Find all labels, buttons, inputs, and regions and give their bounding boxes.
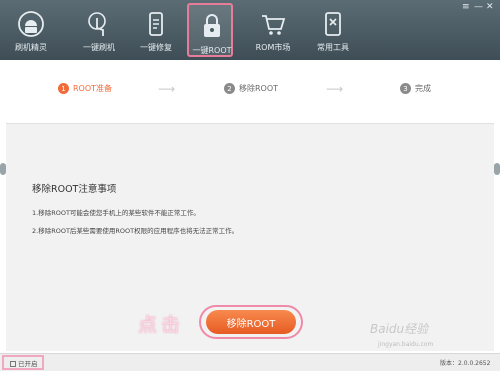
watermark: Baidu经验 xyxy=(370,322,429,336)
toolbar-item-label: 常用工具 xyxy=(317,43,349,52)
right-side-handle[interactable] xyxy=(494,163,500,175)
arrow-right-icon: ⟶ xyxy=(326,82,344,96)
remove-root-button[interactable]: 移除ROOT xyxy=(206,310,296,334)
step-number: 3 xyxy=(400,83,411,94)
status-bar: 已开启 版本：2.0.0.2652 xyxy=(0,353,500,371)
step-label: ROOT准备 xyxy=(73,84,113,93)
step-number: 2 xyxy=(224,83,235,94)
toolbar-item-home[interactable]: 刷机精灵 xyxy=(8,0,54,60)
toolbar-item-root[interactable]: 一键ROOT xyxy=(187,3,233,57)
status-checkbox-label: 已开启 xyxy=(18,360,38,368)
notice-item: 2.移除ROOT后某些需要使用ROOT权限的应用程序也将无法正常工作。 xyxy=(32,227,239,235)
click-annotation: 点击 xyxy=(138,314,185,336)
notice-title: 移除ROOT注意事项 xyxy=(32,184,117,195)
arrow-right-icon: ⟶ xyxy=(158,82,176,96)
step-root-prepare: 1 ROOT准备 xyxy=(58,83,112,94)
phone-repair-icon xyxy=(149,12,163,36)
step-complete: 3 完成 xyxy=(400,83,431,94)
toolbar-item-repair[interactable]: 一键修复 xyxy=(133,0,179,60)
toolbar-item-tools[interactable]: 常用工具 xyxy=(310,0,356,60)
status-checkbox[interactable]: 已开启 xyxy=(10,358,38,368)
left-side-handle[interactable] xyxy=(0,163,6,175)
tools-icon xyxy=(325,12,341,36)
top-toolbar: ≡ — ✕ 刷机精灵 一键刷机 一键修复 一键ROOT ROM市场 常用工具 xyxy=(0,0,500,60)
toolbar-item-label: 一键刷机 xyxy=(83,43,115,52)
checkbox-icon[interactable] xyxy=(10,361,16,367)
step-label: 完成 xyxy=(415,84,431,93)
close-icon[interactable]: ✕ xyxy=(486,2,494,12)
toolbar-item-flash[interactable]: 一键刷机 xyxy=(76,0,122,60)
toolbar-item-label: 一键修复 xyxy=(140,43,172,52)
step-number: 1 xyxy=(58,83,69,94)
cart-icon xyxy=(262,15,286,35)
step-remove-root: 2 移除ROOT xyxy=(224,83,278,94)
step-progress-bar: 1 ROOT准备 ⟶ 2 移除ROOT ⟶ 3 完成 xyxy=(6,62,494,116)
toolbar-item-label: 一键ROOT xyxy=(192,46,232,55)
watermark-url: jingyan.baidu.com xyxy=(378,341,434,348)
android-icon xyxy=(18,11,44,37)
version-label: 版本：2.0.0.2652 xyxy=(440,360,491,367)
toolbar-item-label: 刷机精灵 xyxy=(15,43,47,52)
lock-icon xyxy=(204,14,220,37)
hand-touch-icon xyxy=(88,12,106,36)
toolbar-item-label: ROM市场 xyxy=(255,43,291,52)
toolbar-item-rom-market[interactable]: ROM市场 xyxy=(250,0,296,60)
minimize-icon[interactable]: — xyxy=(474,2,483,12)
menu-icon[interactable]: ≡ xyxy=(462,2,470,12)
step-label: 移除ROOT xyxy=(239,84,279,93)
notice-item: 1.移除ROOT可能会使您手机上的某些软件不能正常工作。 xyxy=(32,209,200,217)
